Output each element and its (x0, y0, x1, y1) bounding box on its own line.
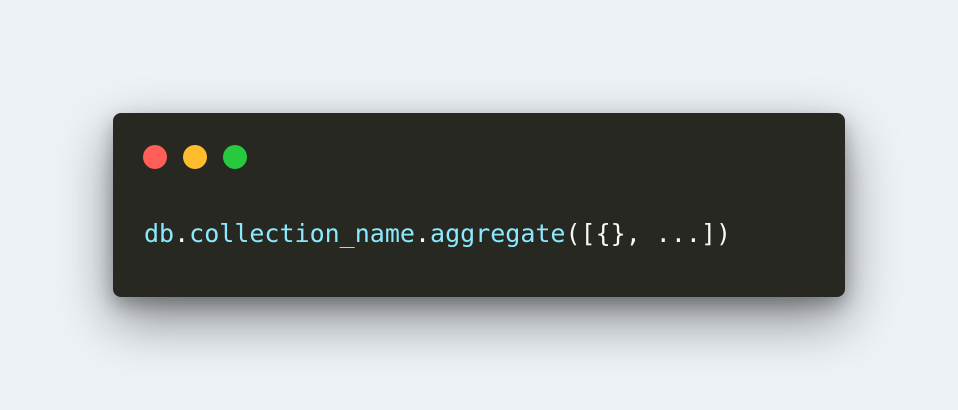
window-controls (143, 145, 247, 169)
minimize-dot-icon (183, 145, 207, 169)
code-token-collection-name: collection_name (189, 219, 415, 248)
zoom-dot-icon (223, 145, 247, 169)
close-dot-icon (143, 145, 167, 169)
code-token-dot-2: . (414, 219, 431, 248)
code-window: db.collection_name.aggregate([{}, ...]) (113, 113, 845, 297)
code-line: db.collection_name.aggregate([{}, ...]) (144, 219, 731, 249)
code-token-db: db (144, 219, 175, 248)
code-token-arguments: ([{}, ...]) (565, 219, 732, 248)
code-token-aggregate: aggregate (430, 219, 566, 248)
code-token-dot-1: . (174, 219, 190, 248)
